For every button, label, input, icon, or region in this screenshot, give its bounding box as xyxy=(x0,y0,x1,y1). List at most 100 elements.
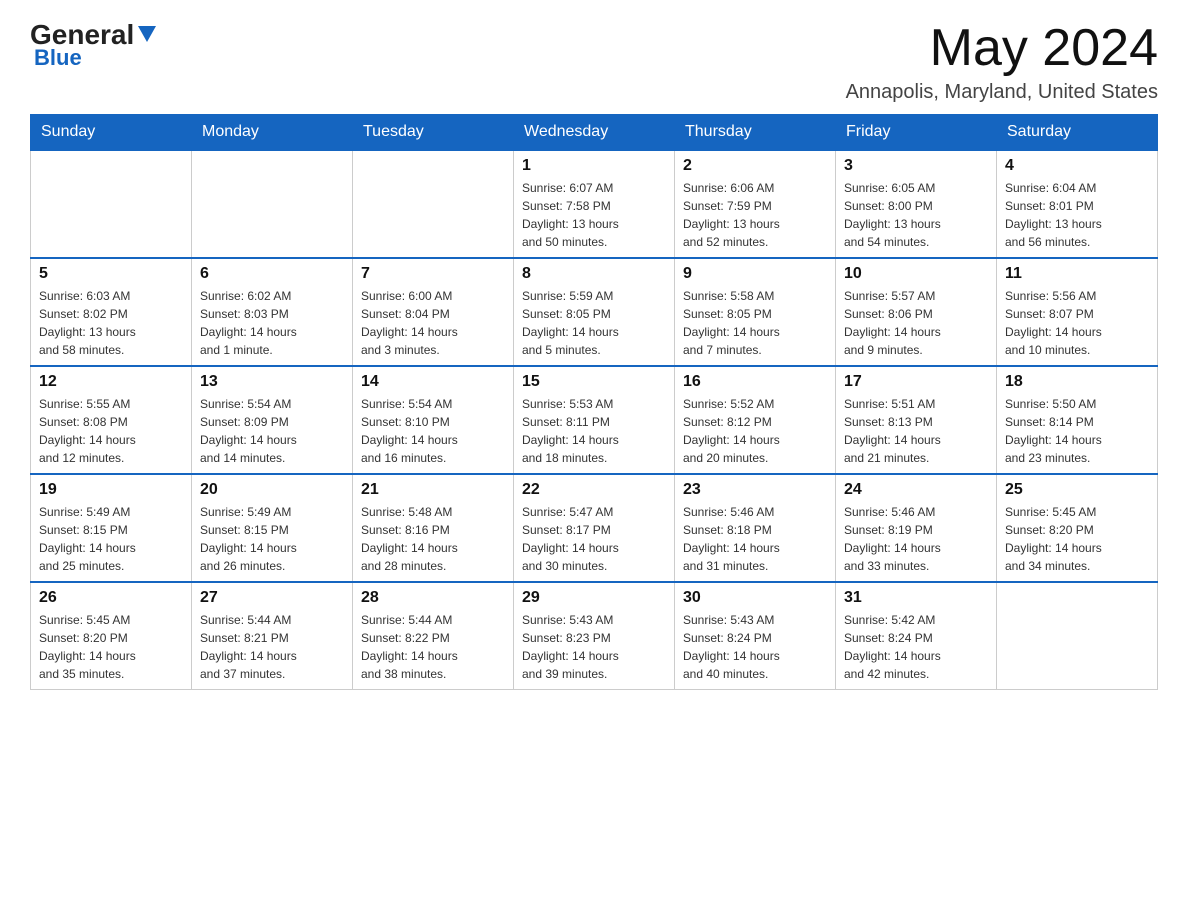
cell-week2-day3: 8Sunrise: 5:59 AM Sunset: 8:05 PM Daylig… xyxy=(514,258,675,366)
day-number: 14 xyxy=(361,373,505,391)
page-header: General Blue May 2024 Annapolis, Marylan… xyxy=(30,20,1158,104)
day-info: Sunrise: 6:00 AM Sunset: 8:04 PM Dayligh… xyxy=(361,287,505,359)
cell-week1-day1 xyxy=(192,150,353,258)
day-info: Sunrise: 5:54 AM Sunset: 8:09 PM Dayligh… xyxy=(200,395,344,467)
day-number: 29 xyxy=(522,589,666,607)
calendar-header-row: Sunday Monday Tuesday Wednesday Thursday… xyxy=(31,115,1158,151)
day-info: Sunrise: 5:43 AM Sunset: 8:24 PM Dayligh… xyxy=(683,611,827,683)
day-info: Sunrise: 6:02 AM Sunset: 8:03 PM Dayligh… xyxy=(200,287,344,359)
col-thursday: Thursday xyxy=(675,115,836,151)
cell-week3-day1: 13 Sunrise: 5:54 AM Sunset: 8:09 PM Dayli… xyxy=(192,366,353,474)
day-number: 11 xyxy=(1005,265,1149,283)
cell-week3-day6: 18 Sunrise: 5:50 AM Sunset: 8:14 PM Dayli… xyxy=(997,366,1158,474)
day-number: 13 xyxy=(200,373,344,391)
week-row-5: 26 Sunrise: 5:45 AM Sunset: 8:20 PM Dayli… xyxy=(31,582,1158,690)
cell-week4-day3: 22Sunrise: 5:47 AM Sunset: 8:17 PM Dayli… xyxy=(514,474,675,582)
day-number: 23 xyxy=(683,481,827,499)
day-info: Sunrise: 5:43 AM Sunset: 8:23 PM Dayligh… xyxy=(522,611,666,683)
day-number: 26 xyxy=(39,589,183,607)
day-info: Sunrise: 5:58 AM Sunset: 8:05 PM Dayligh… xyxy=(683,287,827,359)
cell-week3-day5: 17Sunrise: 5:51 AM Sunset: 8:13 PM Dayli… xyxy=(836,366,997,474)
day-number: 16 xyxy=(683,373,827,391)
day-info: Sunrise: 5:56 AM Sunset: 8:07 PM Dayligh… xyxy=(1005,287,1149,359)
cell-week5-day4: 30 Sunrise: 5:43 AM Sunset: 8:24 PM Dayli… xyxy=(675,582,836,690)
day-info: Sunrise: 6:07 AM Sunset: 7:58 PM Dayligh… xyxy=(522,179,666,251)
day-info: Sunrise: 5:57 AM Sunset: 8:06 PM Dayligh… xyxy=(844,287,988,359)
col-wednesday: Wednesday xyxy=(514,115,675,151)
cell-week4-day0: 19Sunrise: 5:49 AM Sunset: 8:15 PM Dayli… xyxy=(31,474,192,582)
cell-week5-day2: 28 Sunrise: 5:44 AM Sunset: 8:22 PM Dayli… xyxy=(353,582,514,690)
day-info: Sunrise: 6:03 AM Sunset: 8:02 PM Dayligh… xyxy=(39,287,183,359)
day-info: Sunrise: 5:46 AM Sunset: 8:19 PM Dayligh… xyxy=(844,503,988,575)
day-number: 27 xyxy=(200,589,344,607)
day-info: Sunrise: 5:46 AM Sunset: 8:18 PM Dayligh… xyxy=(683,503,827,575)
day-info: Sunrise: 5:50 AM Sunset: 8:14 PM Dayligh… xyxy=(1005,395,1149,467)
cell-week5-day3: 29 Sunrise: 5:43 AM Sunset: 8:23 PM Dayli… xyxy=(514,582,675,690)
day-number: 1 xyxy=(522,157,666,175)
cell-week2-day4: 9 Sunrise: 5:58 AM Sunset: 8:05 PM Daylig… xyxy=(675,258,836,366)
day-number: 22 xyxy=(522,481,666,499)
day-number: 20 xyxy=(200,481,344,499)
day-number: 12 xyxy=(39,373,183,391)
day-number: 5 xyxy=(39,265,183,283)
day-info: Sunrise: 5:51 AM Sunset: 8:13 PM Dayligh… xyxy=(844,395,988,467)
day-info: Sunrise: 5:55 AM Sunset: 8:08 PM Dayligh… xyxy=(39,395,183,467)
col-sunday: Sunday xyxy=(31,115,192,151)
day-info: Sunrise: 5:53 AM Sunset: 8:11 PM Dayligh… xyxy=(522,395,666,467)
cell-week4-day4: 23 Sunrise: 5:46 AM Sunset: 8:18 PM Dayli… xyxy=(675,474,836,582)
cell-week5-day1: 27 Sunrise: 5:44 AM Sunset: 8:21 PM Dayli… xyxy=(192,582,353,690)
day-info: Sunrise: 5:54 AM Sunset: 8:10 PM Dayligh… xyxy=(361,395,505,467)
day-info: Sunrise: 5:44 AM Sunset: 8:22 PM Dayligh… xyxy=(361,611,505,683)
day-number: 28 xyxy=(361,589,505,607)
day-number: 18 xyxy=(1005,373,1149,391)
day-info: Sunrise: 5:42 AM Sunset: 8:24 PM Dayligh… xyxy=(844,611,988,683)
cell-week1-day6: 4 Sunrise: 6:04 AM Sunset: 8:01 PM Daylig… xyxy=(997,150,1158,258)
day-number: 21 xyxy=(361,481,505,499)
day-info: Sunrise: 6:06 AM Sunset: 7:59 PM Dayligh… xyxy=(683,179,827,251)
month-year-title: May 2024 xyxy=(846,20,1158,77)
day-number: 15 xyxy=(522,373,666,391)
week-row-4: 19Sunrise: 5:49 AM Sunset: 8:15 PM Dayli… xyxy=(31,474,1158,582)
day-number: 3 xyxy=(844,157,988,175)
day-number: 25 xyxy=(1005,481,1149,499)
col-friday: Friday xyxy=(836,115,997,151)
day-info: Sunrise: 5:49 AM Sunset: 8:15 PM Dayligh… xyxy=(200,503,344,575)
cell-week2-day6: 11 Sunrise: 5:56 AM Sunset: 8:07 PM Dayli… xyxy=(997,258,1158,366)
col-monday: Monday xyxy=(192,115,353,151)
day-number: 4 xyxy=(1005,157,1149,175)
cell-week5-day0: 26 Sunrise: 5:45 AM Sunset: 8:20 PM Dayli… xyxy=(31,582,192,690)
cell-week3-day3: 15 Sunrise: 5:53 AM Sunset: 8:11 PM Dayli… xyxy=(514,366,675,474)
cell-week2-day0: 5 Sunrise: 6:03 AM Sunset: 8:02 PM Daylig… xyxy=(31,258,192,366)
day-number: 8 xyxy=(522,265,666,283)
day-info: Sunrise: 5:49 AM Sunset: 8:15 PM Dayligh… xyxy=(39,503,183,575)
cell-week5-day6 xyxy=(997,582,1158,690)
location-subtitle: Annapolis, Maryland, United States xyxy=(846,81,1158,104)
day-number: 31 xyxy=(844,589,988,607)
week-row-3: 12 Sunrise: 5:55 AM Sunset: 8:08 PM Dayli… xyxy=(31,366,1158,474)
day-info: Sunrise: 6:05 AM Sunset: 8:00 PM Dayligh… xyxy=(844,179,988,251)
logo-area: General Blue xyxy=(30,20,158,71)
cell-week1-day2 xyxy=(353,150,514,258)
day-number: 9 xyxy=(683,265,827,283)
day-info: Sunrise: 6:04 AM Sunset: 8:01 PM Dayligh… xyxy=(1005,179,1149,251)
calendar-table: Sunday Monday Tuesday Wednesday Thursday… xyxy=(30,114,1158,690)
logo-blue: Blue xyxy=(34,45,82,71)
cell-week4-day2: 21Sunrise: 5:48 AM Sunset: 8:16 PM Dayli… xyxy=(353,474,514,582)
day-number: 6 xyxy=(200,265,344,283)
cell-week2-day1: 6 Sunrise: 6:02 AM Sunset: 8:03 PM Daylig… xyxy=(192,258,353,366)
day-number: 24 xyxy=(844,481,988,499)
title-area: May 2024 Annapolis, Maryland, United Sta… xyxy=(846,20,1158,104)
day-info: Sunrise: 5:52 AM Sunset: 8:12 PM Dayligh… xyxy=(683,395,827,467)
logo-arrow-icon xyxy=(136,22,158,44)
cell-week1-day4: 2Sunrise: 6:06 AM Sunset: 7:59 PM Daylig… xyxy=(675,150,836,258)
cell-week3-day0: 12 Sunrise: 5:55 AM Sunset: 8:08 PM Dayli… xyxy=(31,366,192,474)
cell-week2-day2: 7Sunrise: 6:00 AM Sunset: 8:04 PM Daylig… xyxy=(353,258,514,366)
cell-week4-day5: 24 Sunrise: 5:46 AM Sunset: 8:19 PM Dayli… xyxy=(836,474,997,582)
cell-week4-day6: 25Sunrise: 5:45 AM Sunset: 8:20 PM Dayli… xyxy=(997,474,1158,582)
cell-week1-day5: 3 Sunrise: 6:05 AM Sunset: 8:00 PM Daylig… xyxy=(836,150,997,258)
day-info: Sunrise: 5:44 AM Sunset: 8:21 PM Dayligh… xyxy=(200,611,344,683)
cell-week4-day1: 20 Sunrise: 5:49 AM Sunset: 8:15 PM Dayli… xyxy=(192,474,353,582)
day-number: 30 xyxy=(683,589,827,607)
day-info: Sunrise: 5:45 AM Sunset: 8:20 PM Dayligh… xyxy=(39,611,183,683)
cell-week1-day0 xyxy=(31,150,192,258)
